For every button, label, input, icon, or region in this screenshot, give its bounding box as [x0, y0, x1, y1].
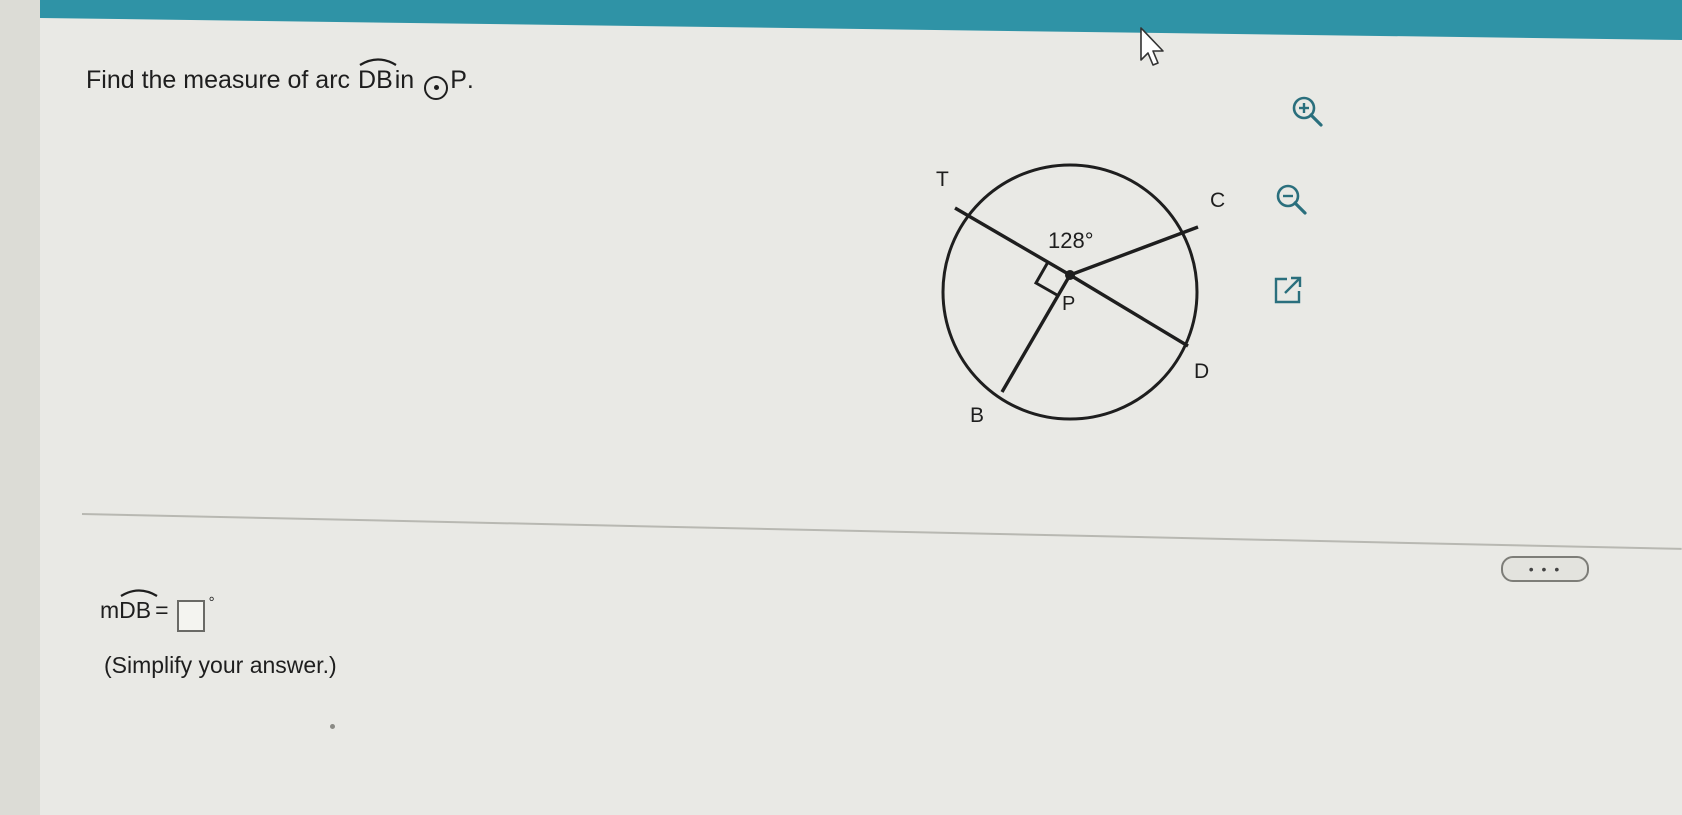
answer-arc: DB: [119, 588, 158, 624]
answer-row: m DB = °: [100, 588, 215, 632]
segment-pd: [1069, 273, 1189, 348]
answer-input[interactable]: [176, 600, 205, 632]
answer-prefix: m: [100, 596, 120, 623]
header-bar: [40, 0, 1682, 40]
angle-label: 128°: [1048, 228, 1094, 253]
question-prefix: Find the measure of arc: [86, 66, 351, 94]
open-in-new-window-button[interactable]: [1264, 266, 1312, 314]
point-label-c: C: [1210, 189, 1225, 212]
question-arc: DB: [358, 58, 397, 95]
zoom-in-icon: [1292, 96, 1323, 127]
hint-text: (Simplify your answer.): [104, 652, 337, 678]
point-label-p: P: [1062, 293, 1075, 315]
section-divider: [81, 513, 1682, 550]
question-circle-name: P: [450, 66, 467, 94]
screen-speck: [330, 724, 335, 729]
question-text: Find the measure of arc DB in P .: [86, 58, 474, 100]
segment-pb: [1000, 274, 1072, 393]
circle-symbol-icon: [424, 75, 449, 100]
external-link-icon: [1274, 276, 1302, 304]
left-edge: [0, 0, 40, 815]
question-suffix: .: [466, 66, 474, 94]
answer-equals: =: [155, 596, 169, 623]
more-options-button[interactable]: • • •: [1501, 556, 1589, 582]
arc-symbol: [120, 588, 158, 597]
circle-diagram: T C D B P 128°: [936, 163, 1225, 427]
zoom-out-button[interactable]: [1268, 176, 1316, 224]
point-label-t: T: [936, 168, 949, 191]
answer-arc-label: DB: [119, 596, 152, 623]
question-middle: in: [394, 66, 415, 94]
question-arc-label: DB: [358, 66, 393, 94]
circle-p: [941, 163, 1199, 421]
answer-unit: °: [208, 593, 215, 611]
zoom-in-button[interactable]: [1284, 88, 1332, 136]
mouse-cursor-icon: [1140, 27, 1164, 66]
point-label-d: D: [1194, 360, 1209, 383]
arc-symbol: [359, 58, 397, 66]
point-label-b: B: [970, 404, 984, 427]
center-point: [1065, 270, 1075, 280]
zoom-out-icon: [1276, 184, 1307, 215]
